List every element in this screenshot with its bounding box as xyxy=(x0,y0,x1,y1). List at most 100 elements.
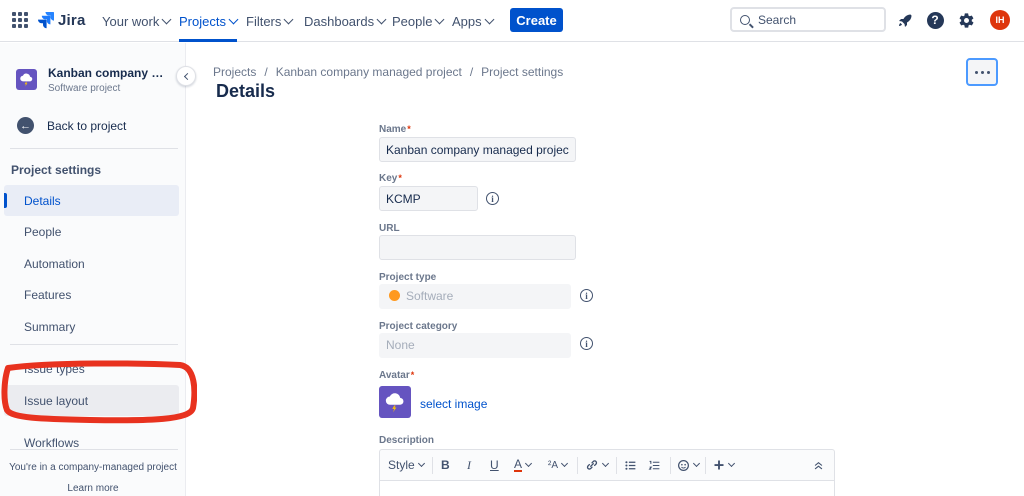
url-field[interactable] xyxy=(379,235,576,260)
link-button[interactable] xyxy=(585,450,610,480)
nav-apps[interactable]: Apps xyxy=(452,0,495,42)
project-sidebar: Kanban company managed project Software … xyxy=(0,43,186,496)
bullet-list-button[interactable] xyxy=(624,450,637,480)
sidebar-item-details[interactable]: Details xyxy=(4,185,179,216)
sidebar-divider xyxy=(10,344,178,345)
chevron-down-icon xyxy=(376,14,387,24)
chevron-down-icon xyxy=(601,459,610,468)
breadcrumb-settings[interactable]: Project settings xyxy=(481,65,563,79)
text-size-button[interactable]: ²A xyxy=(548,450,569,480)
plus-icon xyxy=(714,460,724,470)
info-icon[interactable]: i xyxy=(580,337,593,350)
nav-projects[interactable]: Projects xyxy=(179,0,239,42)
jira-logo[interactable]: Jira xyxy=(38,11,86,29)
sidebar-item-issue-layout[interactable]: Issue layout xyxy=(4,385,179,416)
nav-dashboards[interactable]: Dashboards xyxy=(304,0,387,42)
name-field[interactable] xyxy=(379,137,576,162)
learn-more-link[interactable]: Learn more xyxy=(0,483,186,494)
project-avatar-preview[interactable] xyxy=(379,386,411,418)
storm-cloud-icon xyxy=(20,73,33,87)
chevron-down-icon xyxy=(727,459,736,468)
project-name: Kanban company managed project xyxy=(48,66,172,80)
nav-people-label: People xyxy=(392,13,433,29)
sidebar-item-people[interactable]: People xyxy=(4,216,179,247)
link-icon xyxy=(586,460,598,470)
info-icon[interactable]: i xyxy=(486,192,499,205)
help-button[interactable]: ? xyxy=(925,10,945,30)
settings-button[interactable] xyxy=(956,10,976,30)
required-marker: * xyxy=(407,124,411,134)
project-type: Software project xyxy=(48,83,121,94)
storm-cloud-icon xyxy=(385,393,404,413)
select-image-link[interactable]: select image xyxy=(420,397,487,411)
required-marker: * xyxy=(410,370,415,380)
toolbar-separator xyxy=(432,457,433,474)
project-category-label: Project category xyxy=(379,321,458,332)
sidebar-item-workflows[interactable]: Workflows xyxy=(4,427,179,458)
url-label: URL xyxy=(379,223,400,234)
user-avatar[interactable]: IH xyxy=(990,10,1010,30)
description-editor[interactable] xyxy=(379,481,835,496)
sidebar-item-label: Workflows xyxy=(24,435,80,450)
bold-button[interactable]: B xyxy=(441,450,450,480)
project-avatar-icon xyxy=(16,69,37,90)
sidebar-item-label: People xyxy=(24,224,62,239)
chevron-left-icon xyxy=(183,72,191,80)
sidebar-item-summary[interactable]: Summary xyxy=(4,311,179,342)
sidebar-section-title: Project settings xyxy=(11,163,102,177)
sidebar-divider xyxy=(10,148,178,149)
nav-filters[interactable]: Filters xyxy=(246,0,294,42)
top-navigation: Jira Your work Projects Filters Dashboar… xyxy=(0,0,1024,42)
sidebar-item-label: Issue types xyxy=(24,361,85,376)
project-category-select[interactable]: None xyxy=(379,333,571,358)
key-field[interactable] xyxy=(379,186,478,211)
back-to-project-label: Back to project xyxy=(47,118,127,133)
sidebar-item-features[interactable]: Features xyxy=(4,279,179,310)
search-box[interactable] xyxy=(730,7,886,32)
toolbar-separator xyxy=(616,457,617,474)
chevron-down-icon xyxy=(484,14,495,24)
numbered-list-button[interactable] xyxy=(648,450,661,480)
collapse-toolbar-button[interactable] xyxy=(813,450,824,480)
search-icon xyxy=(740,14,750,25)
breadcrumb-projects[interactable]: Projects xyxy=(213,65,256,79)
back-to-project-link[interactable]: ← Back to project xyxy=(17,117,126,134)
more-actions-button[interactable] xyxy=(966,58,998,86)
project-type-field: Software xyxy=(379,284,571,309)
italic-button[interactable]: I xyxy=(467,450,471,480)
chevron-down-icon xyxy=(228,14,239,24)
chevron-down-icon xyxy=(524,459,533,468)
text-style-label: Style xyxy=(388,458,415,472)
text-style-dropdown[interactable]: Style xyxy=(388,450,425,480)
key-label-text: Key xyxy=(379,173,398,184)
toolbar-separator xyxy=(577,457,578,474)
project-type-label: Project type xyxy=(379,272,437,283)
emoji-button[interactable] xyxy=(677,450,701,480)
arrow-left-icon: ← xyxy=(17,117,34,134)
key-label: Key* xyxy=(379,173,402,184)
sidebar-item-automation[interactable]: Automation xyxy=(4,248,179,279)
nav-your-work[interactable]: Your work xyxy=(102,0,172,42)
notification-icon[interactable] xyxy=(895,10,915,30)
nav-people[interactable]: People xyxy=(392,0,445,42)
toolbar-separator xyxy=(670,457,671,474)
text-color-button[interactable]: A xyxy=(514,450,533,480)
underline-button[interactable]: U xyxy=(490,450,499,480)
search-input[interactable] xyxy=(758,12,868,27)
info-icon[interactable]: i xyxy=(580,289,593,302)
emoji-icon xyxy=(678,459,689,471)
rocket-bell-icon xyxy=(899,14,912,27)
breadcrumb-separator: / xyxy=(469,65,474,79)
breadcrumb-project[interactable]: Kanban company managed project xyxy=(276,65,462,79)
apps-grid-icon[interactable] xyxy=(12,12,28,28)
editor-toolbar: Style B I U A ²A xyxy=(379,449,835,481)
sidebar-item-label: Automation xyxy=(24,256,85,271)
insert-button[interactable] xyxy=(713,450,736,480)
create-button[interactable]: Create xyxy=(510,8,563,32)
help-icon: ? xyxy=(926,11,944,29)
nav-dashboards-label: Dashboards xyxy=(304,13,375,29)
text-size-icon: ²A xyxy=(548,459,558,471)
avatar-label-text: Avatar xyxy=(379,370,410,381)
collapse-sidebar-button[interactable] xyxy=(176,66,196,86)
sidebar-item-issue-types[interactable]: Issue types xyxy=(4,353,179,384)
